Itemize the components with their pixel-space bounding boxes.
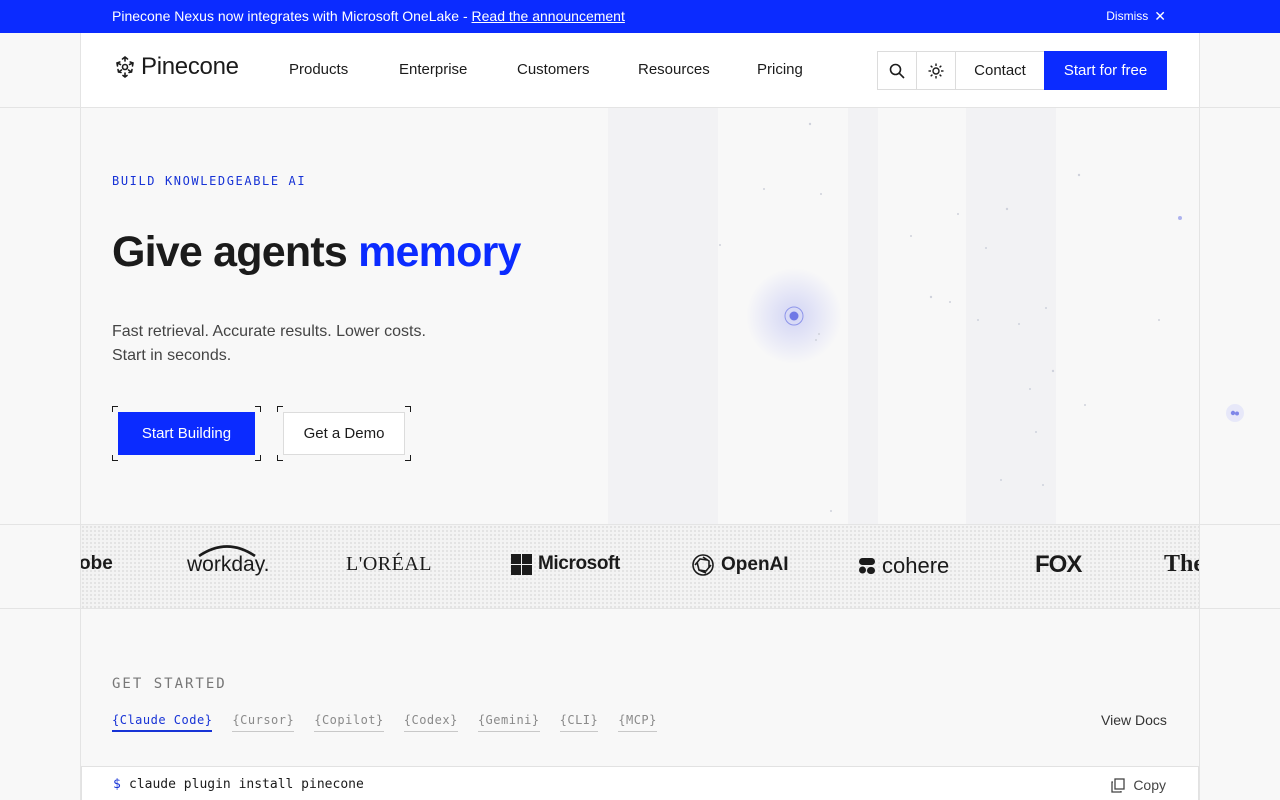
get-started-label: GET STARTED	[112, 676, 227, 692]
announcement-message: Pinecone Nexus now integrates with Micro…	[112, 8, 625, 24]
start-building-wrap: Start Building	[112, 406, 261, 461]
tab-cli[interactable]: {CLI}	[559, 713, 599, 732]
copy-button[interactable]: Copy	[1111, 777, 1166, 793]
tab-copilot[interactable]: {Copilot}	[314, 713, 384, 732]
hero-section: BUILD KNOWLEDGEABLE AI Give agents memor…	[81, 108, 1199, 524]
logo-fox: FOX	[1035, 551, 1082, 578]
tab-gemini[interactable]: {Gemini}	[477, 713, 540, 732]
hero-headline: Give agents memory	[112, 228, 521, 276]
view-docs-link[interactable]: View Docs	[1101, 712, 1167, 728]
microsoft-squares-icon	[511, 553, 532, 575]
start-free-button[interactable]: Start for free	[1044, 51, 1167, 90]
search-icon	[889, 63, 905, 79]
get-demo-button[interactable]: Get a Demo	[283, 412, 405, 455]
dismiss-button[interactable]: Dismiss ✕	[1106, 9, 1166, 23]
copy-icon	[1111, 777, 1125, 793]
tab-claude-code[interactable]: {Claude Code}	[112, 713, 213, 732]
divider	[0, 608, 1280, 609]
logo-microsoft: Microsoft	[511, 553, 620, 575]
hero-visualization	[608, 108, 1199, 524]
headline-accent: memory	[358, 228, 521, 276]
tab-codex[interactable]: {Codex}	[403, 713, 458, 732]
pinecone-logo-icon	[116, 55, 134, 78]
search-button[interactable]	[877, 51, 917, 90]
close-icon: ✕	[1154, 8, 1166, 24]
announcement-bar: Pinecone Nexus now integrates with Micro…	[0, 0, 1280, 33]
agent-tabs: {Claude Code} {Cursor} {Copilot} {Codex}…	[112, 713, 677, 732]
nav-customers[interactable]: Customers	[517, 61, 590, 78]
nav-products[interactable]: Products	[289, 61, 348, 78]
announcement-link[interactable]: Read the announcement	[472, 8, 625, 24]
vector-points-graphic	[719, 122, 1182, 512]
frame-line-right	[1199, 33, 1200, 800]
logo-adobe: obe	[81, 553, 113, 574]
decorative-dots	[1226, 404, 1244, 422]
nav-resources[interactable]: Resources	[638, 61, 710, 78]
tab-mcp[interactable]: {MCP}	[618, 713, 657, 732]
nav-enterprise[interactable]: Enterprise	[399, 61, 467, 78]
logo-cohere: cohere	[858, 553, 949, 579]
start-building-button[interactable]: Start Building	[118, 412, 255, 455]
nav-pricing[interactable]: Pricing	[757, 61, 803, 78]
theme-toggle-button[interactable]	[916, 51, 956, 90]
logo-workday: workday.	[187, 545, 269, 577]
tab-cursor[interactable]: {Cursor}	[232, 713, 295, 732]
header-actions: Contact Start for free	[877, 51, 1167, 90]
pinecone-logo[interactable]: Pinecone	[113, 53, 239, 81]
install-command-box: $ claude plugin install pinecone Copy	[81, 766, 1199, 800]
install-command: claude plugin install pinecone	[129, 777, 364, 792]
logo-openai: OpenAI	[691, 553, 789, 577]
get-demo-wrap: Get a Demo	[277, 406, 411, 461]
cohere-icon	[859, 558, 875, 574]
logo-loreal: L'ORÉAL	[346, 553, 432, 575]
logo-nytimes: The	[1164, 551, 1199, 577]
openai-knot-icon	[692, 554, 714, 576]
customer-logos: obe workday. L'ORÉAL Microsoft OpenAI co…	[81, 525, 1199, 608]
sun-icon	[928, 63, 944, 78]
contact-button[interactable]: Contact	[955, 51, 1045, 90]
site-header: Pinecone Products Enterprise Customers R…	[81, 33, 1199, 107]
shell-prompt: $	[113, 777, 121, 792]
hero-eyebrow: BUILD KNOWLEDGEABLE AI	[112, 174, 307, 188]
logo-wordmark: Pinecone	[141, 53, 239, 80]
hero-subtitle: Fast retrieval. Accurate results. Lower …	[112, 323, 426, 364]
